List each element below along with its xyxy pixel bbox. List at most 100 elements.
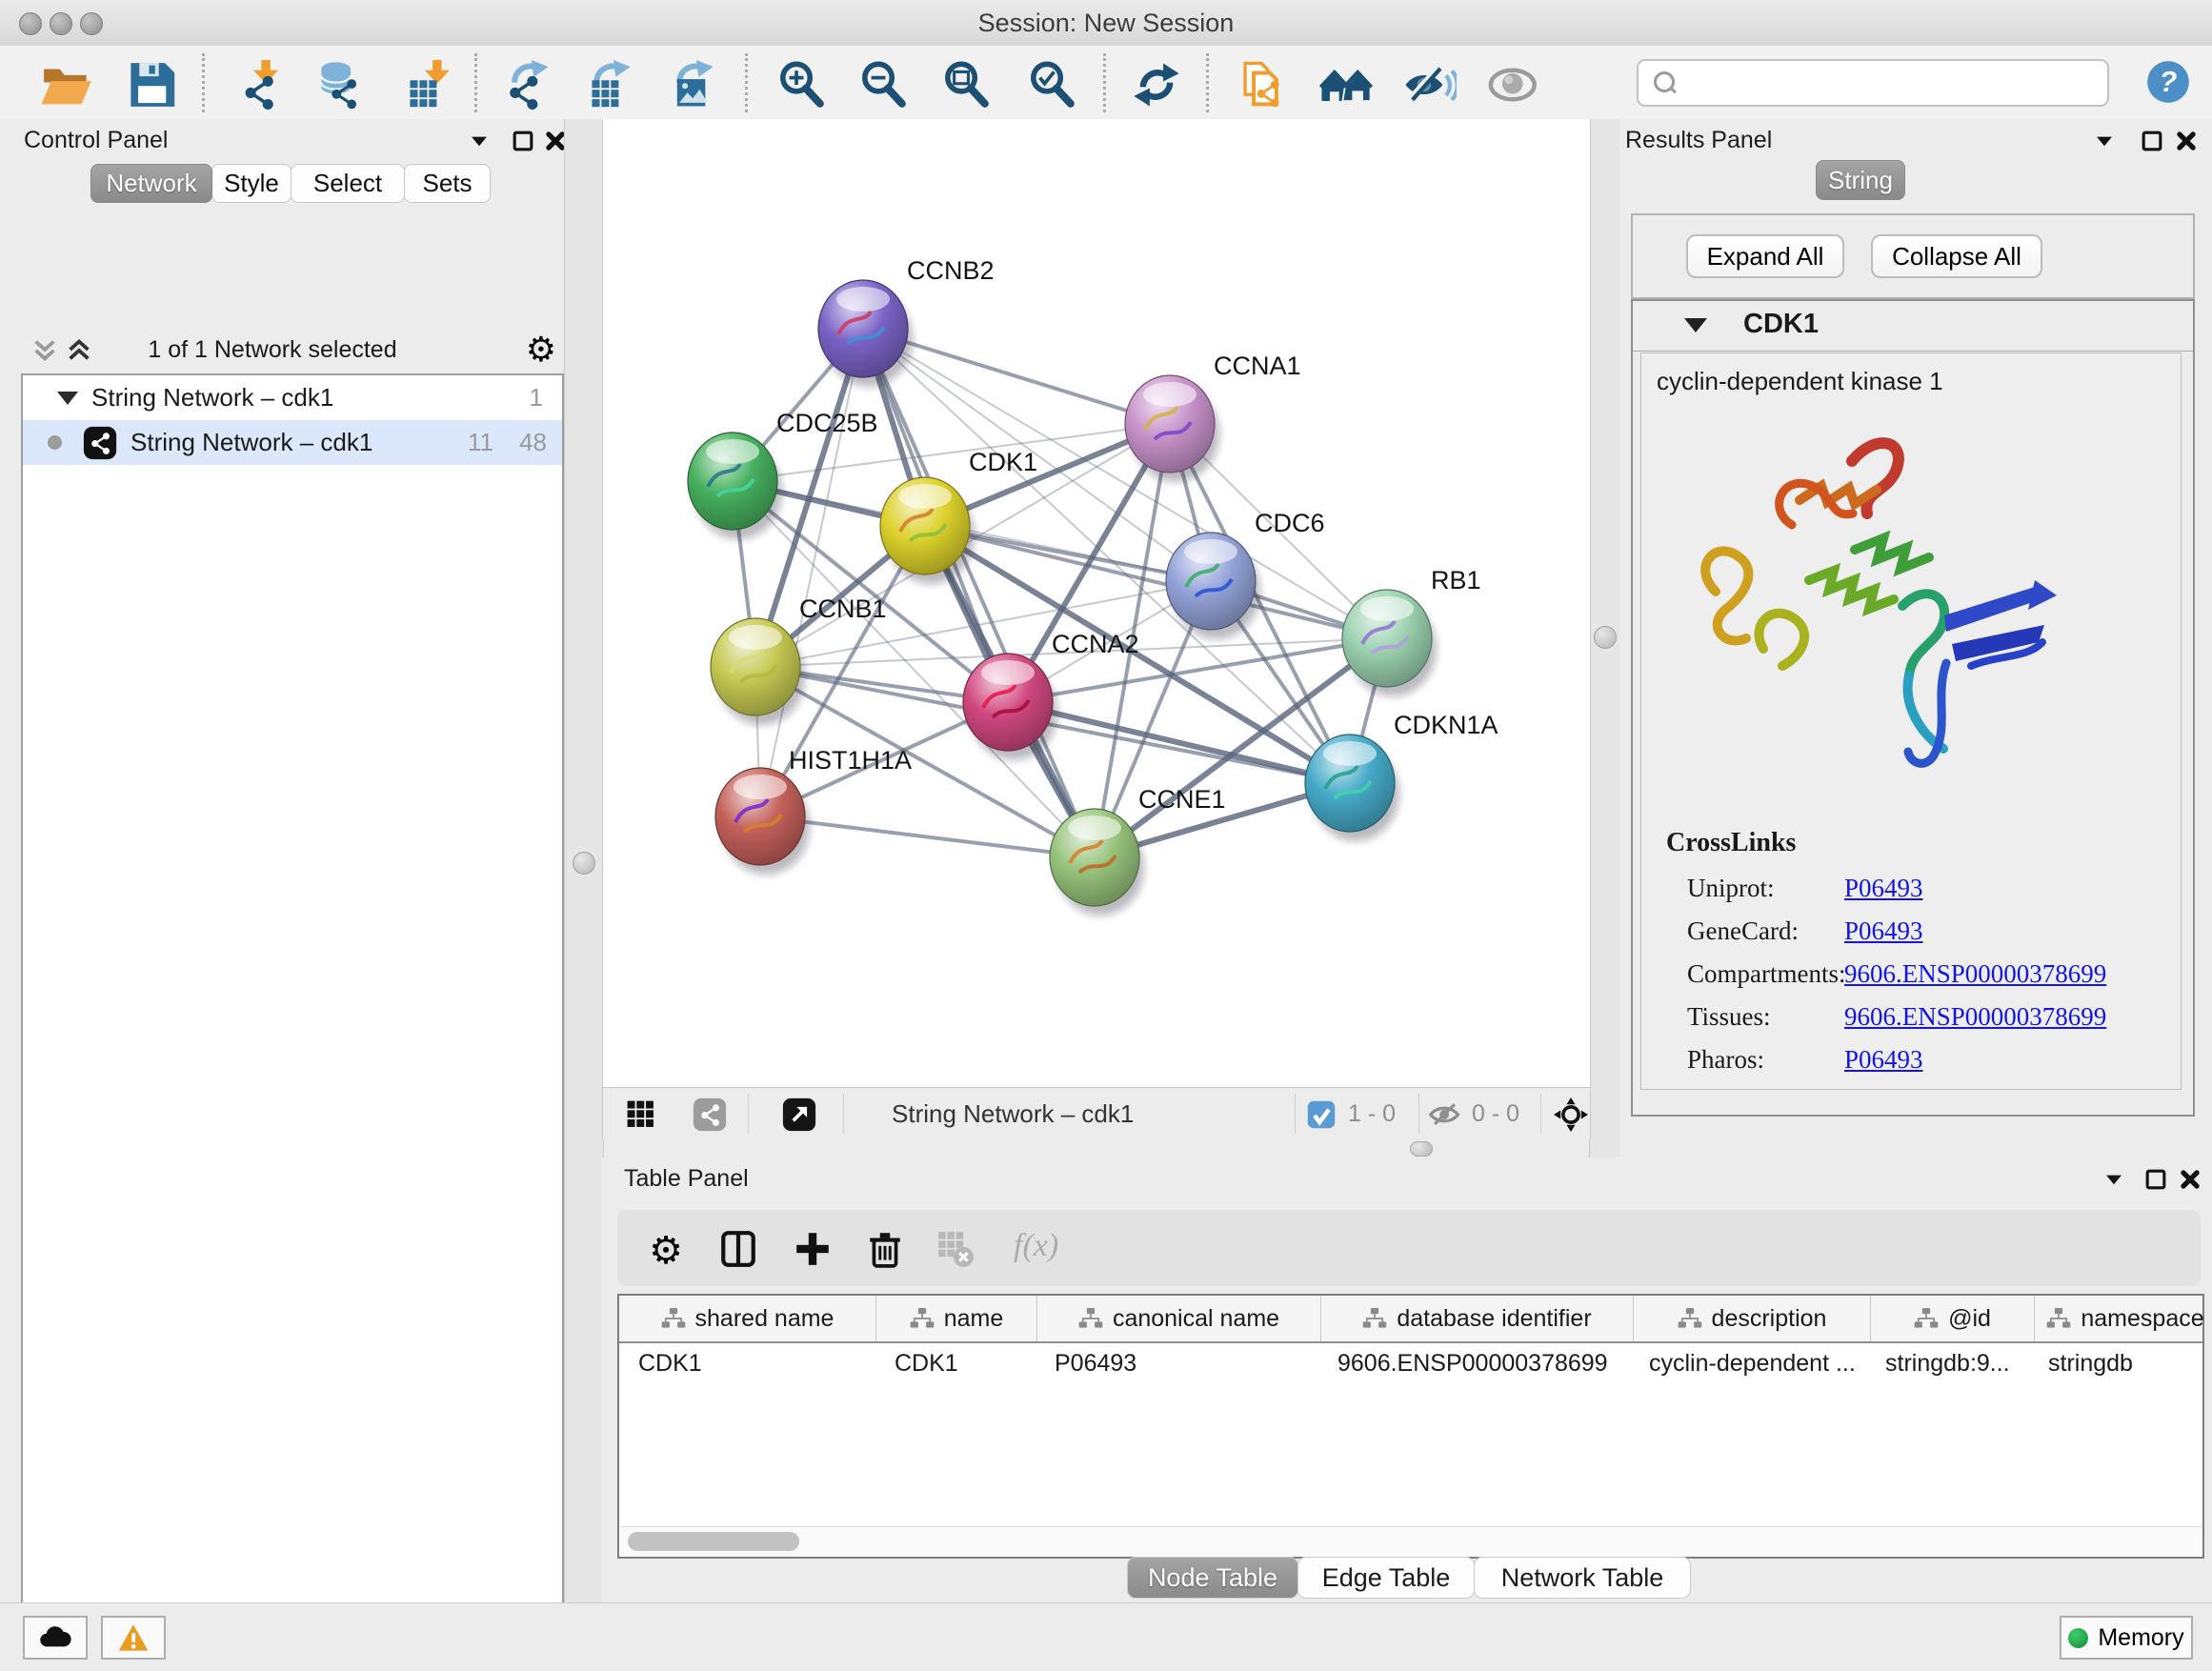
- node-CCNB2[interactable]: [818, 280, 913, 387]
- delete-column-button[interactable]: [863, 1227, 907, 1271]
- gene-section-header[interactable]: CDK1: [1633, 301, 2193, 352]
- expand-all-button[interactable]: Expand All: [1686, 234, 1844, 278]
- scrollbar-thumb[interactable]: [628, 1532, 799, 1551]
- table-splitter-handle[interactable]: [1410, 1141, 1433, 1157]
- zoom-fit-button[interactable]: [936, 57, 995, 112]
- zoom-out-button[interactable]: [854, 57, 913, 112]
- node-RB1[interactable]: [1342, 590, 1437, 696]
- cloud-status-button[interactable]: [23, 1616, 88, 1660]
- node-CDC25B[interactable]: [688, 433, 782, 539]
- node-HIST1H1A[interactable]: [715, 768, 810, 875]
- node-CCNE1[interactable]: [1050, 809, 1144, 916]
- save-session-button[interactable]: [122, 57, 181, 112]
- table-panel-close-button[interactable]: [2174, 1163, 2206, 1196]
- crosslink-link[interactable]: 9606.ENSP00000378699: [1844, 1002, 2106, 1032]
- detach-view-button[interactable]: [780, 1096, 818, 1134]
- birdseye-grid-button[interactable]: [622, 1096, 660, 1134]
- export-table-button[interactable]: [578, 57, 637, 112]
- import-table-button[interactable]: [396, 57, 455, 112]
- export-network-button[interactable]: [496, 57, 555, 112]
- network-canvas[interactable]: CCNB2CCNA1CDC25BCDK1CDC6RB1CCNB1CCNA2CDK…: [603, 119, 1590, 1088]
- tab-network-table[interactable]: Network Table: [1474, 1557, 1691, 1599]
- tab-string[interactable]: String: [1816, 160, 1905, 200]
- collapse-all-button[interactable]: Collapse All: [1871, 234, 2042, 278]
- memory-button[interactable]: Memory: [2060, 1616, 2193, 1660]
- results-panel-close-button[interactable]: [2170, 125, 2202, 157]
- results-panel-menu-button[interactable]: [2088, 125, 2121, 157]
- show-columns-button[interactable]: [716, 1227, 760, 1271]
- tab-select[interactable]: Select: [291, 164, 405, 203]
- import-network-button[interactable]: [230, 57, 289, 112]
- left-splitter[interactable]: [564, 119, 604, 1602]
- tab-node-table[interactable]: Node Table: [1127, 1557, 1298, 1599]
- home-databases-button[interactable]: [1317, 57, 1376, 112]
- column-header-name[interactable]: name: [876, 1296, 1037, 1341]
- cell-namespace[interactable]: stringdb: [2029, 1343, 2210, 1383]
- crosslink-link[interactable]: 9606.ENSP00000378699: [1844, 959, 2106, 989]
- column-header-namespace[interactable]: namespace: [2035, 1296, 2212, 1341]
- delete-table-button[interactable]: [934, 1227, 977, 1271]
- column-header-shared-name[interactable]: shared name: [619, 1296, 876, 1341]
- tab-edge-table[interactable]: Edge Table: [1297, 1557, 1475, 1599]
- cell-name[interactable]: CDK1: [875, 1343, 1036, 1383]
- left-splitter-handle[interactable]: [573, 852, 595, 875]
- gene-disclosure-icon[interactable]: [1684, 318, 1707, 332]
- tab-sets[interactable]: Sets: [404, 164, 491, 203]
- zoom-in-button[interactable]: [772, 57, 831, 112]
- right-splitter[interactable]: [1589, 119, 1621, 1158]
- help-button[interactable]: ?: [2145, 59, 2191, 105]
- column-header-database-identifier[interactable]: database identifier: [1321, 1296, 1634, 1341]
- cell-description[interactable]: cyclin-dependent ...: [1630, 1343, 1866, 1383]
- crosslink-link[interactable]: P06493: [1844, 916, 1923, 946]
- results-panel-float-button[interactable]: [2136, 125, 2168, 157]
- cell-database-identifier[interactable]: 9606.ENSP00000378699: [1318, 1343, 1630, 1383]
- function-builder-button[interactable]: f(x): [1008, 1227, 1064, 1265]
- horizontal-scrollbar[interactable]: [620, 1526, 2202, 1556]
- network-collection-row[interactable]: String Network – cdk1 1: [23, 375, 562, 420]
- node-CDK1[interactable]: [880, 477, 975, 584]
- fit-selected-button[interactable]: [1552, 1096, 1590, 1134]
- edge-HIST1H1A-CCNE1[interactable]: [760, 816, 1095, 857]
- show-graphics-button[interactable]: [1484, 57, 1543, 112]
- table-panel-float-button[interactable]: [2140, 1163, 2172, 1196]
- cell--id[interactable]: stringdb:9...: [1866, 1343, 2029, 1383]
- edge-CCNB2-CCNE1[interactable]: [863, 329, 1095, 857]
- column-header--id[interactable]: @id: [1871, 1296, 2035, 1341]
- right-splitter-handle[interactable]: [1594, 626, 1617, 649]
- network-row[interactable]: String Network – cdk1 11 48: [23, 420, 562, 465]
- tab-network[interactable]: Network: [90, 164, 212, 203]
- tab-style[interactable]: Style: [211, 164, 292, 203]
- import-network-from-database-button[interactable]: [309, 57, 368, 112]
- add-column-button[interactable]: [791, 1227, 835, 1271]
- apply-layout-button[interactable]: [1127, 57, 1186, 112]
- table-settings-button[interactable]: ⚙: [644, 1227, 688, 1271]
- cell-shared-name[interactable]: CDK1: [619, 1343, 875, 1383]
- network-options-button[interactable]: ⚙: [526, 332, 556, 367]
- column-header-canonical-name[interactable]: canonical name: [1037, 1296, 1321, 1341]
- node-CCNA1[interactable]: [1125, 375, 1219, 482]
- string-import-button[interactable]: [1232, 57, 1291, 112]
- column-type-icon: [661, 1306, 686, 1331]
- warnings-button[interactable]: [101, 1616, 166, 1660]
- cell-canonical-name[interactable]: P06493: [1036, 1343, 1318, 1383]
- zoom-selected-button[interactable]: [1022, 57, 1081, 112]
- table-data-row[interactable]: CDK1CDK1P064939606.ENSP00000378699cyclin…: [619, 1343, 2202, 1383]
- column-header-description[interactable]: description: [1634, 1296, 1871, 1341]
- crosslink-link[interactable]: P06493: [1844, 874, 1923, 903]
- open-session-button[interactable]: [36, 57, 95, 112]
- node-CDC6[interactable]: [1166, 533, 1260, 639]
- control-panel-menu-button[interactable]: [463, 125, 495, 157]
- crosslink-link[interactable]: P06493: [1844, 1045, 1923, 1075]
- network-overview-button[interactable]: [691, 1096, 729, 1134]
- node-CDKN1A[interactable]: [1305, 735, 1399, 841]
- node-CCNA2[interactable]: [963, 654, 1057, 760]
- table-panel-menu-button[interactable]: [2098, 1163, 2130, 1196]
- control-panel-float-button[interactable]: [507, 125, 539, 157]
- selected-toggle-checkbox[interactable]: [1304, 1097, 1338, 1132]
- hidden-toggle-button[interactable]: [1426, 1096, 1464, 1134]
- edge-CCNA2-CDKN1A[interactable]: [1008, 702, 1350, 783]
- hide-unhide-button[interactable]: [1400, 57, 1459, 112]
- search-input[interactable]: [1688, 65, 2097, 99]
- collection-disclosure-icon[interactable]: [57, 392, 78, 405]
- export-image-button[interactable]: [661, 57, 720, 112]
